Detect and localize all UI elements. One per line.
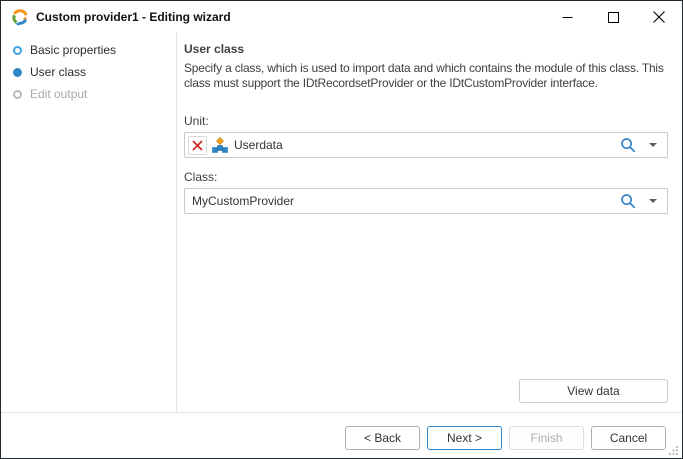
wizard-footer: < Back Next > Finish Cancel xyxy=(1,412,682,458)
app-logo-icon xyxy=(11,8,29,26)
maximize-button[interactable] xyxy=(590,1,636,33)
maximize-icon xyxy=(608,12,619,23)
step-bullet-icon xyxy=(13,68,22,77)
class-value: MyCustomProvider xyxy=(188,194,620,208)
close-button[interactable] xyxy=(636,1,682,33)
class-dropdown-arrow-icon[interactable] xyxy=(649,199,657,203)
step-label: Basic properties xyxy=(30,43,116,57)
wizard-window: Custom provider1 - Editing wizard xyxy=(0,0,683,459)
sidebar-item-basic-properties[interactable]: Basic properties xyxy=(1,39,176,61)
finish-button: Finish xyxy=(509,426,584,450)
step-bullet-icon xyxy=(13,46,22,55)
resize-grip[interactable] xyxy=(668,444,679,455)
clear-unit-button[interactable] xyxy=(188,136,207,155)
step-bullet-icon xyxy=(13,90,22,99)
next-button[interactable]: Next > xyxy=(427,426,502,450)
unit-value: Userdata xyxy=(234,138,620,152)
titlebar: Custom provider1 - Editing wizard xyxy=(1,1,682,33)
class-search-button[interactable] xyxy=(620,193,636,209)
view-data-button[interactable]: View data xyxy=(519,379,668,403)
unit-combobox[interactable]: Userdata xyxy=(184,132,668,158)
search-icon xyxy=(620,193,636,209)
window-controls xyxy=(544,1,682,33)
window-title: Custom provider1 - Editing wizard xyxy=(36,10,231,24)
minimize-button[interactable] xyxy=(544,1,590,33)
step-label: User class xyxy=(30,65,86,79)
module-tree-icon xyxy=(212,137,228,153)
sidebar-item-user-class[interactable]: User class xyxy=(1,61,176,83)
unit-search-button[interactable] xyxy=(620,137,636,153)
page-title: User class xyxy=(184,42,668,56)
class-field-label: Class: xyxy=(184,170,668,184)
step-label: Edit output xyxy=(30,87,87,101)
page-description: Specify a class, which is used to import… xyxy=(184,61,668,91)
class-combobox[interactable]: MyCustomProvider xyxy=(184,188,668,214)
wizard-steps-sidebar: Basic properties User class Edit output xyxy=(1,33,177,412)
unit-dropdown-arrow-icon[interactable] xyxy=(649,143,657,147)
back-button[interactable]: < Back xyxy=(345,426,420,450)
search-icon xyxy=(620,137,636,153)
red-x-icon xyxy=(192,140,203,151)
minimize-icon xyxy=(562,12,573,23)
cancel-button[interactable]: Cancel xyxy=(591,426,666,450)
sidebar-item-edit-output: Edit output xyxy=(1,83,176,105)
close-icon xyxy=(653,11,665,23)
wizard-page-content: User class Specify a class, which is use… xyxy=(178,33,682,412)
unit-field-label: Unit: xyxy=(184,114,668,128)
